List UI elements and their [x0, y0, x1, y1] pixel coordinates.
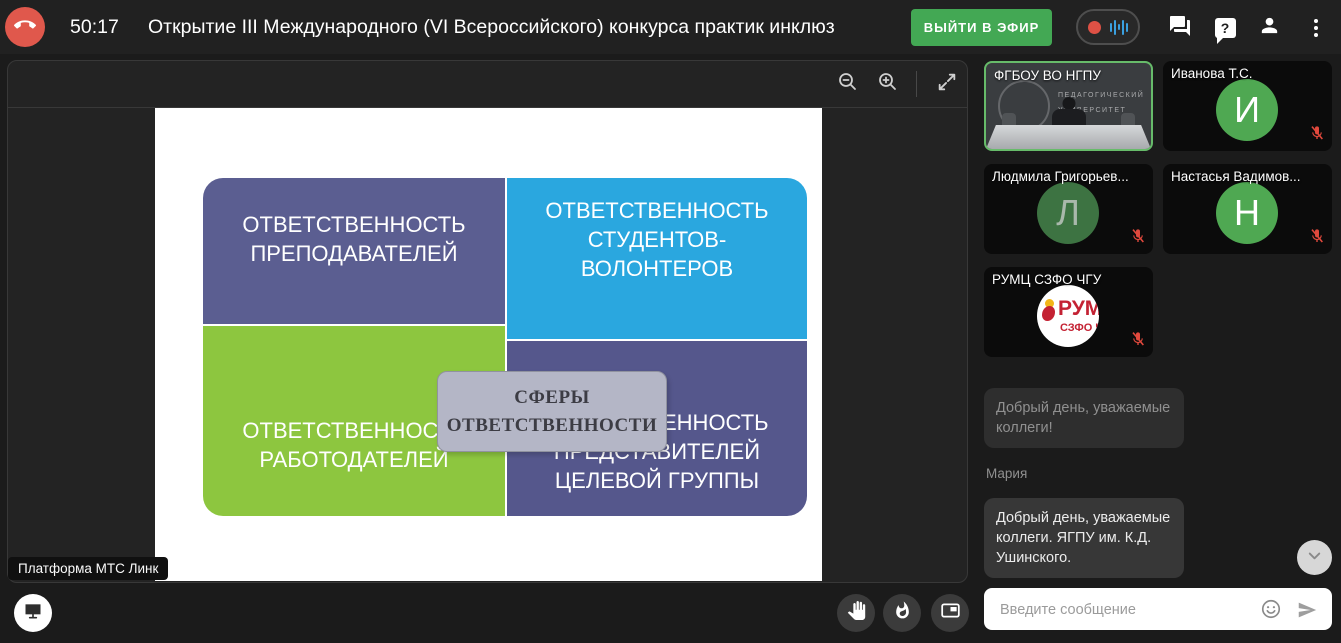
participant-tile-fgbou-vo-ngpu[interactable]: ПЕДАГОГИЧЕСКИЙ УНИВЕРСИТЕТ ФГБОУ ВО НГПУ	[984, 61, 1153, 151]
help-button[interactable]: ?	[1212, 15, 1238, 41]
more-menu-button[interactable]	[1303, 15, 1329, 41]
platform-tooltip: Платформа МТС Линк	[8, 557, 168, 580]
scroll-to-bottom-button[interactable]	[1297, 540, 1332, 575]
desk	[986, 125, 1151, 149]
participant-name: Людмила Григорьев...	[992, 169, 1148, 184]
magnifier-plus-icon	[877, 71, 899, 98]
fullscreen-button[interactable]	[935, 72, 959, 96]
avatar: Л	[1037, 182, 1099, 244]
quadrant-teachers: ОТВЕТСТВЕННОСТЬ ПРЕПОДАВАТЕЛЕЙ	[203, 178, 505, 324]
logo-mark	[1042, 306, 1055, 321]
participant-tile-ivanova[interactable]: И Иванова Т.С.	[1163, 61, 1332, 151]
zoom-in-button[interactable]	[876, 72, 900, 96]
session-timer: 50:17	[70, 0, 119, 54]
flame-icon	[893, 601, 912, 625]
leave-call-button[interactable]	[5, 7, 45, 47]
event-title: Открытие III Международного (VI Всеросси…	[148, 0, 904, 54]
mic-muted-icon	[1309, 125, 1325, 146]
chat-toggle-button[interactable]	[1167, 15, 1193, 41]
quadrant-student-volunteers: ОТВЕТСТВЕННОСТЬ СТУДЕНТОВ- ВОЛОНТЕРОВ	[507, 178, 807, 339]
monitor-icon	[23, 601, 43, 626]
chat-message: Добрый день, уважаемые коллеги. ЯГПУ им.…	[984, 498, 1184, 578]
participant-tile-rumc[interactable]: РУМ СЗФО Ч РУМЦ СЗФО ЧГУ	[984, 267, 1153, 357]
magnifier-minus-icon	[837, 71, 859, 98]
raise-hand-button[interactable]	[837, 594, 875, 632]
stage-toolbar	[8, 61, 967, 108]
mic-muted-icon	[1309, 228, 1325, 249]
phone-hangup-icon	[14, 14, 36, 41]
rumc-logo-avatar: РУМ СЗФО Ч	[1037, 285, 1099, 347]
emoji-button[interactable]	[1260, 598, 1282, 620]
pip-icon	[940, 600, 961, 626]
mic-muted-icon	[1130, 331, 1146, 352]
toolbar-divider	[916, 71, 917, 97]
zoom-out-button[interactable]	[836, 72, 860, 96]
logo-text: РУМ	[1058, 297, 1099, 321]
top-bar: 50:17 Открытие III Международного (VI Вс…	[0, 0, 1341, 54]
picture-in-picture-button[interactable]	[931, 594, 969, 632]
record-dot-icon	[1088, 21, 1101, 34]
chat-sender-name: Мария	[986, 466, 1027, 481]
presentation-stage: ОТВЕТСТВЕННОСТЬ ПРЕПОДАВАТЕЛЕЙ ОТВЕТСТВЕ…	[7, 60, 968, 583]
responsibility-diagram: ОТВЕТСТВЕННОСТЬ ПРЕПОДАВАТЕЛЕЙ ОТВЕТСТВЕ…	[203, 178, 807, 516]
message-input[interactable]	[998, 589, 1242, 631]
mic-muted-icon	[1130, 228, 1146, 249]
chat-bubbles-icon	[1168, 14, 1192, 43]
diagram-center-label: СФЕРЫ ОТВЕТСТВЕННОСТИ	[437, 371, 667, 452]
person-icon	[1258, 14, 1281, 42]
chevron-down-icon	[1305, 546, 1324, 570]
participant-name: РУМЦ СЗФО ЧГУ	[992, 272, 1148, 287]
chat-input-container	[984, 588, 1332, 630]
reactions-fire-button[interactable]	[883, 594, 921, 632]
participant-name: ФГБОУ ВО НГПУ	[994, 68, 1146, 83]
kebab-menu-icon	[1314, 19, 1318, 37]
screen-share-button[interactable]	[14, 594, 52, 632]
avatar: Н	[1216, 182, 1278, 244]
expand-arrows-icon	[936, 71, 958, 98]
participant-name: Настасья Вадимов...	[1171, 169, 1327, 184]
presentation-slide: ОТВЕТСТВЕННОСТЬ ПРЕПОДАВАТЕЛЕЙ ОТВЕТСТВЕ…	[155, 108, 822, 581]
chat-message: Добрый день, уважаемые коллеги!	[984, 388, 1184, 448]
send-icon[interactable]	[1296, 599, 1318, 621]
audio-wave-icon	[1110, 20, 1128, 35]
logo-text: СЗФО Ч	[1060, 322, 1099, 334]
help-question-icon: ?	[1215, 18, 1236, 38]
participant-tile-lyudmila[interactable]: Л Людмила Григорьев...	[984, 164, 1153, 254]
exit-air-button[interactable]: ВЫЙТИ В ЭФИР	[911, 9, 1052, 46]
recording-indicator-toggle[interactable]	[1076, 9, 1140, 45]
participant-name: Иванова Т.С.	[1171, 66, 1327, 81]
avatar: И	[1216, 79, 1278, 141]
participant-tile-nastasya[interactable]: Н Настасья Вадимов...	[1163, 164, 1332, 254]
raised-hand-icon	[847, 601, 866, 625]
participants-button[interactable]	[1256, 15, 1282, 41]
